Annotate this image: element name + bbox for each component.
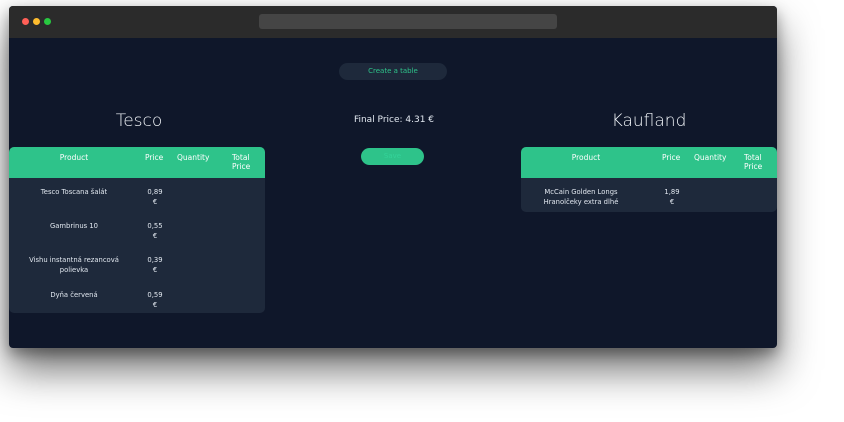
product-cell: Gambrinus 10 (9, 221, 139, 231)
price-value: 1,89 (664, 188, 680, 196)
product-cell: Vishu instantná rezancová polievka (9, 255, 139, 275)
address-bar[interactable] (259, 14, 557, 29)
product-name: McCain Golden Longs (544, 188, 618, 196)
price-cell: 0,55 € (145, 221, 165, 241)
column-header-total-price-line1: Total (744, 153, 762, 162)
price-currency: € (152, 198, 158, 206)
product-cell: Dyňa červená (9, 290, 139, 300)
price-currency: € (669, 198, 675, 206)
price-value: 0,89 (147, 188, 163, 196)
product-name: Dyňa červená (50, 291, 98, 299)
column-header-price: Price (662, 153, 681, 162)
price-cell: 0,39 € (145, 255, 165, 275)
final-price: Final Price: 4.31 € (353, 115, 435, 125)
price-currency: € (152, 301, 158, 309)
price-currency: € (152, 232, 158, 240)
table-header: Product Price Quantity Total Price (521, 147, 777, 178)
column-header-product: Product (571, 153, 601, 162)
browser-window: Create a table Tesco Kaufland Final Pric… (9, 6, 777, 348)
column-header-total-price: Total Price (232, 153, 258, 171)
price-cell: 1,89 € (662, 187, 682, 207)
page-content: Create a table Tesco Kaufland Final Pric… (9, 38, 777, 348)
tesco-table: Product Price Quantity Total Price Tesco… (9, 147, 265, 313)
minimize-window-icon[interactable] (33, 18, 40, 25)
tesco-title: Tesco (115, 111, 163, 131)
column-header-quantity: Quantity (177, 153, 210, 162)
table-header: Product Price Quantity Total Price (9, 147, 265, 178)
product-name-continued: polievka (59, 266, 89, 274)
column-header-total-price-line2: Price (744, 162, 763, 171)
price-cell: 0,59 € (145, 290, 165, 310)
price-currency: € (152, 266, 158, 274)
create-table-button[interactable]: Create a table (339, 63, 447, 80)
title-bar (9, 6, 777, 38)
product-cell: McCain Golden Longs Hranolčeky extra dlh… (521, 187, 646, 207)
price-cell: 0,89 € (145, 187, 165, 207)
product-name: Tesco Toscana šalát (40, 188, 108, 196)
kaufland-table: Product Price Quantity Total Price McCai… (521, 147, 777, 212)
save-button[interactable]: Save (361, 148, 424, 165)
column-header-total-price-line2: Price (232, 162, 251, 171)
product-name: Vishu instantná rezancová (29, 256, 119, 264)
close-window-icon[interactable] (22, 18, 29, 25)
column-header-price: Price (145, 153, 164, 162)
column-header-product: Product (59, 153, 89, 162)
column-header-quantity: Quantity (694, 153, 727, 162)
column-header-total-price-line1: Total (232, 153, 250, 162)
product-cell: Tesco Toscana šalát (9, 187, 139, 197)
product-name: Gambrinus 10 (49, 222, 99, 230)
column-header-total-price: Total Price (744, 153, 770, 171)
maximize-window-icon[interactable] (44, 18, 51, 25)
price-value: 0,55 (147, 222, 163, 230)
product-name-continued: Hranolčeky extra dlhé (543, 198, 619, 206)
price-value: 0,59 (147, 291, 163, 299)
kaufland-title: Kaufland (611, 111, 687, 131)
price-value: 0,39 (147, 256, 163, 264)
